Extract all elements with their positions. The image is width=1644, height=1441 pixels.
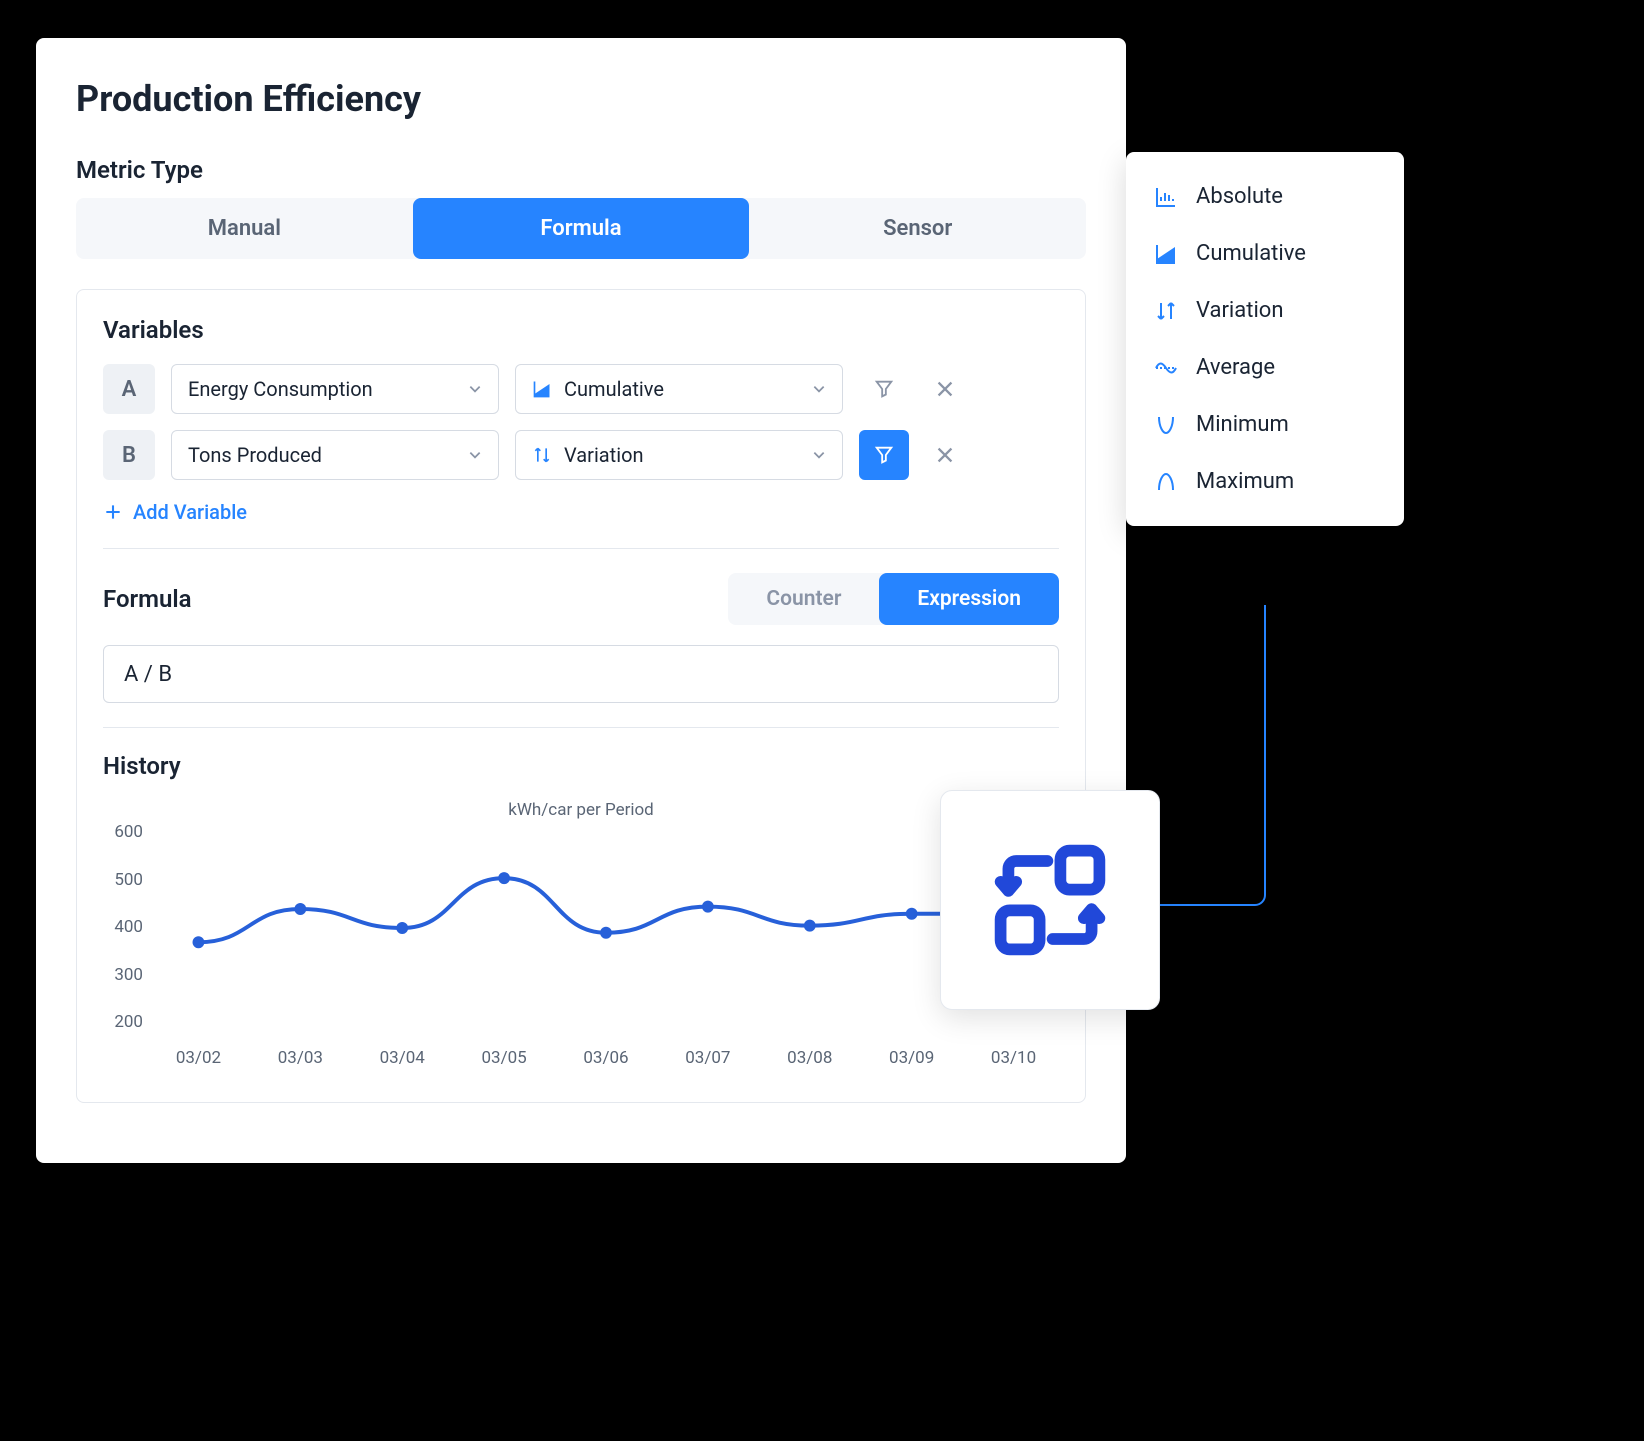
y-tick: 300 xyxy=(114,965,143,985)
cumulative-icon xyxy=(1154,242,1178,266)
x-tick: 03/03 xyxy=(278,1048,323,1068)
line-chart-svg xyxy=(163,852,1049,1042)
chart-point xyxy=(193,936,205,948)
formula-tab-counter[interactable]: Counter xyxy=(728,573,879,625)
formula-label: Formula xyxy=(103,585,192,613)
filter-button-a[interactable] xyxy=(859,364,909,414)
metric-type-label: Metric Type xyxy=(76,156,1086,184)
y-tick: 500 xyxy=(114,870,143,890)
tab-manual[interactable]: Manual xyxy=(76,198,413,259)
y-tick: 600 xyxy=(114,822,143,842)
average-icon xyxy=(1154,356,1178,380)
chevron-down-icon xyxy=(812,448,826,462)
add-variable-label: Add Variable xyxy=(133,500,247,524)
agg-item-label: Absolute xyxy=(1196,184,1283,209)
agg-item-variation[interactable]: Variation xyxy=(1126,282,1404,339)
page-title: Production Efficiency xyxy=(76,78,1086,120)
x-tick: 03/07 xyxy=(685,1048,730,1068)
chart-point xyxy=(396,922,408,934)
agg-item-label: Average xyxy=(1196,355,1275,380)
variables-card: Variables A Energy Consumption Cumulativ… xyxy=(76,289,1086,1103)
plus-icon xyxy=(103,502,123,522)
chart-point xyxy=(498,872,510,884)
variable-name-value: Energy Consumption xyxy=(188,377,373,401)
variable-agg-value: Cumulative xyxy=(564,377,664,401)
variable-badge-a: A xyxy=(103,364,155,414)
filter-icon xyxy=(873,444,895,466)
chart-point xyxy=(702,901,714,913)
chevron-down-icon xyxy=(812,382,826,396)
agg-item-label: Minimum xyxy=(1196,412,1289,437)
divider xyxy=(103,548,1059,549)
agg-item-label: Maximum xyxy=(1196,469,1294,494)
absolute-icon xyxy=(1154,185,1178,209)
agg-item-cumulative[interactable]: Cumulative xyxy=(1126,225,1404,282)
tab-sensor[interactable]: Sensor xyxy=(749,198,1086,259)
agg-item-minimum[interactable]: Minimum xyxy=(1126,396,1404,453)
variable-agg-value: Variation xyxy=(564,443,644,467)
formula-input[interactable]: A / B xyxy=(103,645,1059,703)
history-chart: 200300400500600 03/0203/0303/0403/0503/0… xyxy=(103,832,1059,1072)
chart-point xyxy=(906,908,918,920)
close-icon xyxy=(934,378,956,400)
chart-point xyxy=(804,920,816,932)
agg-item-label: Variation xyxy=(1196,298,1284,323)
variation-icon xyxy=(1154,299,1178,323)
variation-icon xyxy=(532,445,552,465)
connector-line xyxy=(1155,605,1295,915)
x-tick: 03/02 xyxy=(176,1048,221,1068)
variable-badge-b: B xyxy=(103,430,155,480)
minimum-icon xyxy=(1154,413,1178,437)
chevron-down-icon xyxy=(468,448,482,462)
x-tick: 03/09 xyxy=(889,1048,934,1068)
remove-variable-a[interactable] xyxy=(925,364,965,414)
divider xyxy=(103,727,1059,728)
transform-icon-card xyxy=(940,790,1160,1010)
history-section: History kWh/car per Period 200 300 400 500 6… xyxy=(103,752,1059,1072)
y-tick: 400 xyxy=(114,917,143,937)
variable-row-b: B Tons Produced Variation xyxy=(103,430,1059,480)
agg-item-label: Cumulative xyxy=(1196,241,1306,266)
cumulative-icon xyxy=(532,379,552,399)
variable-name-dropdown-b[interactable]: Tons Produced xyxy=(171,430,499,480)
chart-point xyxy=(294,903,306,915)
tab-formula[interactable]: Formula xyxy=(413,198,750,259)
chart-point xyxy=(600,927,612,939)
x-tick: 03/05 xyxy=(481,1048,526,1068)
filter-button-b[interactable] xyxy=(859,430,909,480)
variable-agg-dropdown-a[interactable]: Cumulative xyxy=(515,364,843,414)
add-variable-button[interactable]: Add Variable xyxy=(103,500,1059,524)
y-tick: 200 xyxy=(114,1012,143,1032)
variable-row-a: A Energy Consumption Cumulative xyxy=(103,364,1059,414)
variable-name-dropdown-a[interactable]: Energy Consumption xyxy=(171,364,499,414)
variable-name-value: Tons Produced xyxy=(188,443,322,467)
x-tick: 03/08 xyxy=(787,1048,832,1068)
close-icon xyxy=(934,444,956,466)
x-tick: 03/10 xyxy=(991,1048,1036,1068)
x-tick: 03/06 xyxy=(583,1048,628,1068)
x-tick: 03/04 xyxy=(380,1048,425,1068)
chart-legend: kWh/car per Period xyxy=(103,800,1059,820)
metric-type-tabs: Manual Formula Sensor xyxy=(76,198,1086,259)
agg-item-maximum[interactable]: Maximum xyxy=(1126,453,1404,510)
maximum-icon xyxy=(1154,470,1178,494)
history-label: History xyxy=(103,752,1059,780)
variable-agg-dropdown-b[interactable]: Variation xyxy=(515,430,843,480)
formula-tab-expression[interactable]: Expression xyxy=(879,573,1059,625)
formula-header: Formula Counter Expression xyxy=(103,573,1059,625)
filter-icon xyxy=(873,378,895,400)
chevron-down-icon xyxy=(468,382,482,396)
formula-expression-value: A / B xyxy=(124,662,172,687)
formula-tabs: Counter Expression xyxy=(728,573,1059,625)
transform-icon xyxy=(985,835,1115,965)
variables-label: Variables xyxy=(103,316,1059,344)
remove-variable-b[interactable] xyxy=(925,430,965,480)
agg-item-absolute[interactable]: Absolute xyxy=(1126,168,1404,225)
aggregation-menu: Absolute Cumulative Variation Average Mi… xyxy=(1126,152,1404,526)
agg-item-average[interactable]: Average xyxy=(1126,339,1404,396)
